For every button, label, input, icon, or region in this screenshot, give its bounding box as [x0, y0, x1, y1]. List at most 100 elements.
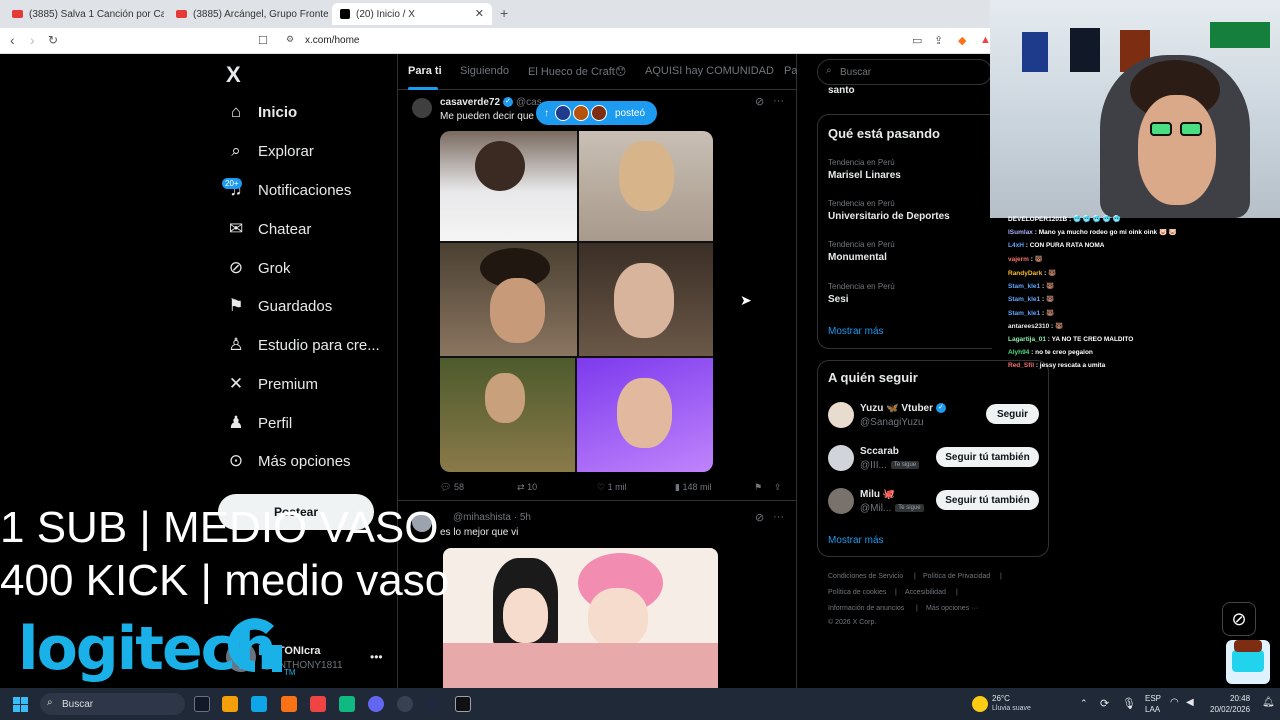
- photo-garden-man[interactable]: [440, 358, 575, 472]
- follow-back-button[interactable]: Seguir tú también: [936, 447, 1039, 467]
- browser-tab-youtube-2[interactable]: (3885) Arcángel, Grupo Frontera: [168, 3, 328, 25]
- share-button[interactable]: ⇪: [774, 482, 782, 493]
- follow-name[interactable]: Sccarab: [860, 446, 899, 457]
- close-tab-icon[interactable]: ✕: [475, 7, 484, 20]
- photo-smiling-girl[interactable]: [577, 358, 713, 472]
- chat-username[interactable]: vajerm: [1008, 256, 1029, 263]
- chat-username[interactable]: Stam_kle1: [1008, 283, 1040, 290]
- tab-more[interactable]: Pa: [784, 65, 797, 77]
- notifications-icon[interactable]: 🔔︎: [1262, 697, 1275, 708]
- chat-username[interactable]: RandyDark: [1008, 270, 1042, 277]
- trends-show-more[interactable]: Mostrar más: [828, 326, 884, 337]
- tweet-avatar[interactable]: [412, 98, 432, 118]
- follow-name[interactable]: Milu 🐙: [860, 489, 895, 500]
- taskbar-search[interactable]: ⌕ Buscar: [40, 693, 185, 715]
- sidebar-item-perfil[interactable]: ♟ Perfil: [226, 408, 292, 438]
- trend-name[interactable]: Sesi: [828, 294, 849, 305]
- sidebar-item-notificaciones[interactable]: ♫ Notificaciones: [226, 175, 352, 205]
- chat-username[interactable]: Alyh94: [1008, 349, 1029, 356]
- views-button[interactable]: ▮ 148 mil: [675, 482, 711, 493]
- browser-tab-x[interactable]: (20) Inicio / X ✕: [332, 3, 492, 25]
- tweet-media-comic[interactable]: [443, 548, 718, 688]
- chat-username[interactable]: antarees2310: [1008, 323, 1049, 330]
- trend-name[interactable]: Marisel Linares: [828, 170, 901, 181]
- tab-para-ti[interactable]: Para ti: [408, 65, 442, 77]
- photo-glasses-girl[interactable]: [579, 243, 713, 356]
- steam-icon[interactable]: [426, 696, 442, 712]
- tab-siguiendo[interactable]: Siguiendo: [460, 65, 509, 77]
- more-icon[interactable]: ···: [773, 95, 784, 107]
- x-logo[interactable]: X: [226, 62, 241, 88]
- tweet-author[interactable]: casaverde72 ✓: [440, 97, 514, 108]
- weather-temp[interactable]: 26°C: [992, 694, 1010, 703]
- tray-app-icon[interactable]: ⟳: [1100, 697, 1109, 710]
- footer-link[interactable]: Información de anuncios: [828, 605, 904, 612]
- tray-chevron-icon[interactable]: ⌃: [1080, 698, 1088, 709]
- discord-icon[interactable]: [368, 696, 384, 712]
- sidebar-item-explorar[interactable]: ⌕ Explorar: [226, 136, 314, 166]
- brave-icon[interactable]: [281, 696, 297, 712]
- share-icon[interactable]: ⇪: [934, 34, 943, 47]
- grok-icon[interactable]: ⊘: [755, 95, 764, 108]
- brave-shield-icon[interactable]: ◆: [958, 34, 966, 47]
- follow-button[interactable]: Seguir: [986, 404, 1039, 424]
- weather-desc[interactable]: Lluvia suave: [992, 705, 1031, 712]
- obs-icon[interactable]: [397, 696, 413, 712]
- follow-back-button[interactable]: Seguir tú también: [936, 490, 1039, 510]
- like-button[interactable]: ♡ 1 mil: [597, 482, 627, 493]
- weather-icon[interactable]: [972, 696, 988, 712]
- store-icon[interactable]: [251, 696, 267, 712]
- sidebar-item-premium[interactable]: ✕ Premium: [226, 369, 318, 399]
- site-info-icon[interactable]: ⚙: [286, 34, 294, 45]
- account-more-icon[interactable]: •••: [370, 650, 383, 664]
- back-icon[interactable]: ‹: [10, 32, 15, 48]
- clock-date[interactable]: 20/02/2026: [1210, 705, 1250, 714]
- sidebar-item-estudio[interactable]: ♙ Estudio para cre...: [226, 330, 379, 360]
- follow-avatar[interactable]: [828, 445, 854, 471]
- chat-username[interactable]: DEVELOPER1201B: [1008, 216, 1067, 223]
- follow-name[interactable]: Yuzu 🦋 Vtuber ✓: [860, 403, 947, 414]
- tweet-media-grid[interactable]: [440, 131, 713, 472]
- cast-icon[interactable]: ▭: [912, 34, 922, 47]
- photo-blonde[interactable]: [579, 131, 713, 241]
- grok-floating-icon[interactable]: ⊘: [1222, 602, 1256, 636]
- search-input[interactable]: ⌕ Buscar: [817, 59, 992, 85]
- chat-username[interactable]: L4xH: [1008, 242, 1024, 249]
- follow-avatar[interactable]: [828, 488, 854, 514]
- footer-link[interactable]: Accesibilidad: [905, 589, 946, 596]
- footer-link[interactable]: Condiciones de Servicio: [828, 573, 903, 580]
- chat-username[interactable]: Lagartija_01: [1008, 336, 1046, 343]
- chat-username[interactable]: Stam_kle1: [1008, 310, 1040, 317]
- microphone-icon[interactable]: 🎙︎: [1122, 697, 1136, 710]
- tab-hueco-de-craft[interactable]: El Hueco de Craft😯: [528, 65, 626, 78]
- language-layout[interactable]: LAA: [1145, 705, 1160, 714]
- footer-link[interactable]: Más opciones ···: [926, 605, 978, 612]
- tab-aquisi-comunidad[interactable]: AQUISI hay COMUNIDAD: [645, 65, 774, 77]
- photo-curly-hair[interactable]: [440, 243, 577, 356]
- browser-tab-youtube-1[interactable]: (3885) Salva 1 Canción por Cada Cat...: [4, 3, 164, 25]
- chat-username[interactable]: Stam_kle1: [1008, 296, 1040, 303]
- photo-footballer[interactable]: [440, 131, 577, 241]
- follow-name-text[interactable]: Yuzu 🦋 Vtuber: [860, 403, 933, 414]
- file-explorer-icon[interactable]: [222, 696, 238, 712]
- trend-name[interactable]: Monumental: [828, 252, 887, 263]
- clock-time[interactable]: 20:48: [1230, 694, 1250, 703]
- sidebar-item-guardados[interactable]: ⚑ Guardados: [226, 291, 332, 321]
- sidebar-item-chatear[interactable]: ✉ Chatear: [226, 214, 312, 244]
- tweet-handle[interactable]: @mihashista · 5h: [453, 512, 531, 523]
- epic-games-icon[interactable]: [455, 696, 471, 712]
- forward-icon[interactable]: ›: [30, 32, 35, 48]
- windows-start-icon[interactable]: [13, 697, 28, 712]
- bookmark-button[interactable]: ⚑: [754, 482, 762, 493]
- bookmark-page-icon[interactable]: ☐: [258, 34, 268, 47]
- grok-icon[interactable]: ⊘: [755, 511, 764, 524]
- footer-link[interactable]: Política de Privacidad: [923, 573, 990, 580]
- sidebar-item-inicio[interactable]: ⌂ Inicio: [226, 97, 297, 127]
- retweet-button[interactable]: ⇄ 10: [517, 482, 537, 493]
- chat-username[interactable]: ISumlax: [1008, 229, 1033, 236]
- url-field[interactable]: x.com/home: [305, 35, 359, 46]
- new-tab-icon[interactable]: +: [500, 5, 508, 21]
- wifi-icon[interactable]: ◠: [1170, 697, 1179, 708]
- notepad-icon[interactable]: [339, 696, 355, 712]
- reply-button[interactable]: 💬︎ 58: [440, 482, 464, 493]
